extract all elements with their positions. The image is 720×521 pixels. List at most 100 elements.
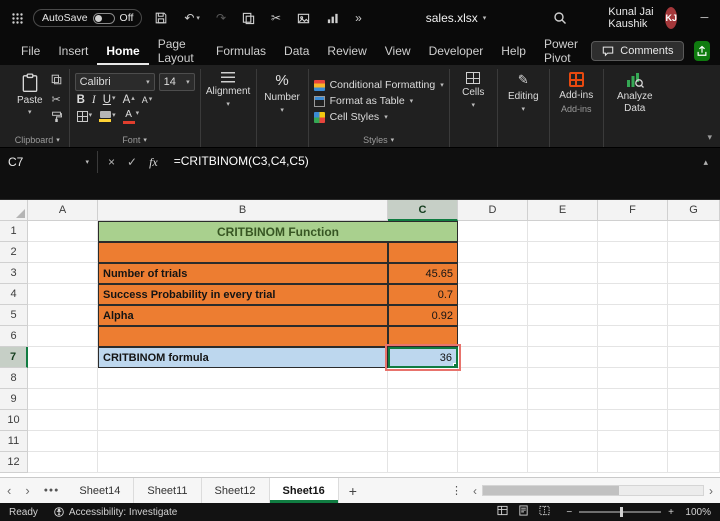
cell-B10[interactable] — [98, 410, 388, 431]
tab-insert[interactable]: Insert — [49, 36, 97, 65]
cell-B8[interactable] — [98, 368, 388, 389]
cell-D8[interactable] — [458, 368, 528, 389]
cell-A1[interactable] — [28, 221, 98, 242]
cell-B3[interactable]: Number of trials — [98, 263, 388, 284]
collapse-ribbon-icon[interactable]: ▾ — [707, 132, 712, 143]
cell-B11[interactable] — [98, 431, 388, 452]
autosave-toggle[interactable]: AutoSave Off — [33, 9, 143, 27]
cell-E9[interactable] — [528, 389, 598, 410]
tab-help[interactable]: Help — [492, 36, 535, 65]
cell-E7[interactable] — [528, 347, 598, 368]
row-header-6[interactable]: 6 — [0, 326, 28, 347]
cell-D1[interactable] — [458, 221, 528, 242]
cell-C12[interactable] — [388, 452, 458, 473]
paste-button[interactable]: Paste ▾ — [11, 70, 49, 132]
cell-C7[interactable]: 36 — [385, 344, 461, 371]
cell-A7[interactable] — [28, 347, 98, 368]
column-header-E[interactable]: E — [528, 200, 598, 221]
cut-icon[interactable]: ✂ — [267, 8, 285, 28]
cell-B12[interactable] — [98, 452, 388, 473]
tab-page-layout[interactable]: Page Layout — [149, 36, 207, 65]
normal-view-icon[interactable] — [497, 505, 508, 519]
cell-F7[interactable] — [598, 347, 668, 368]
name-box[interactable]: C7 ▾ — [0, 151, 98, 173]
cell-E8[interactable] — [528, 368, 598, 389]
cell-B6[interactable] — [98, 326, 388, 347]
cell-C5[interactable]: 0.92 — [388, 305, 458, 326]
column-header-D[interactable]: D — [458, 200, 528, 221]
row-header-1[interactable]: 1 — [0, 221, 28, 242]
cell-A12[interactable] — [28, 452, 98, 473]
scroll-right-icon[interactable]: › — [706, 484, 716, 498]
column-header-B[interactable]: B — [98, 200, 388, 221]
cell-A2[interactable] — [28, 242, 98, 263]
cell-B9[interactable] — [98, 389, 388, 410]
tab-data[interactable]: Data — [275, 36, 318, 65]
minimize-button[interactable]: ─ — [685, 0, 720, 36]
sheet-options-icon[interactable]: ⋮ — [443, 478, 470, 503]
cell-E12[interactable] — [528, 452, 598, 473]
cell-A3[interactable] — [28, 263, 98, 284]
row-header-5[interactable]: 5 — [0, 305, 28, 326]
cell-C3[interactable]: 45.65 — [388, 263, 458, 284]
row-header-9[interactable]: 9 — [0, 389, 28, 410]
cell-G10[interactable] — [668, 410, 720, 431]
cell-E10[interactable] — [528, 410, 598, 431]
cell-D7[interactable] — [458, 347, 528, 368]
cell-A5[interactable] — [28, 305, 98, 326]
decrease-font-button[interactable]: A ▾ — [142, 95, 153, 105]
cell-F9[interactable] — [598, 389, 668, 410]
font-color-button[interactable]: A ▾ — [122, 109, 139, 124]
account-info[interactable]: Kunal Jai Kaushik KJ — [608, 6, 678, 30]
cell-G6[interactable] — [668, 326, 720, 347]
page-break-view-icon[interactable] — [539, 505, 550, 519]
cell-D5[interactable] — [458, 305, 528, 326]
cell-B7[interactable]: CRITBINOM formula — [98, 347, 388, 368]
cell-F4[interactable] — [598, 284, 668, 305]
cell-F11[interactable] — [598, 431, 668, 452]
clipboard-dialog-launcher-icon[interactable]: ▾ — [56, 136, 60, 144]
cell-D11[interactable] — [458, 431, 528, 452]
scrollbar-thumb[interactable] — [483, 486, 620, 495]
cell-B1[interactable]: CRITBINOM Function — [98, 221, 458, 242]
copy-small-icon[interactable] — [51, 74, 62, 88]
sheet-tab-sheet14[interactable]: Sheet14 — [66, 478, 135, 503]
redo-icon[interactable]: ↷ — [212, 8, 230, 28]
cell-F2[interactable] — [598, 242, 668, 263]
bold-button[interactable]: B — [77, 94, 85, 106]
conditional-formatting-button[interactable]: Conditional Formatting ▾ — [313, 79, 444, 91]
sheet-tab-sheet16[interactable]: Sheet16 — [269, 478, 339, 503]
cell-F10[interactable] — [598, 410, 668, 431]
app-launcher-icon[interactable] — [10, 11, 25, 26]
zoom-in-button[interactable]: + — [668, 507, 674, 518]
sheet-tab-sheet12[interactable]: Sheet12 — [202, 478, 270, 503]
cell-D6[interactable] — [458, 326, 528, 347]
row-header-4[interactable]: 4 — [0, 284, 28, 305]
format-painter-icon[interactable] — [51, 111, 62, 125]
tab-review[interactable]: Review — [318, 36, 375, 65]
cell-E4[interactable] — [528, 284, 598, 305]
accessibility-status[interactable]: Accessibility: Investigate — [54, 507, 177, 518]
comments-button[interactable]: Comments — [591, 40, 685, 61]
cell-D9[interactable] — [458, 389, 528, 410]
cell-G5[interactable] — [668, 305, 720, 326]
cell-F1[interactable] — [598, 221, 668, 242]
row-header-11[interactable]: 11 — [0, 431, 28, 452]
column-header-C[interactable]: C — [388, 200, 458, 221]
sheet-tab-sheet11[interactable]: Sheet11 — [134, 478, 202, 503]
cell-A8[interactable] — [28, 368, 98, 389]
cell-C11[interactable] — [388, 431, 458, 452]
increase-font-button[interactable]: A ▴ — [123, 94, 135, 106]
cell-G8[interactable] — [668, 368, 720, 389]
scroll-left-icon[interactable]: ‹ — [470, 484, 480, 498]
analyze-data-button[interactable]: Analyze Data — [609, 70, 661, 120]
zoom-level[interactable]: 100% — [681, 507, 711, 518]
cell-A4[interactable] — [28, 284, 98, 305]
cell-C6[interactable] — [388, 326, 458, 347]
cell-G3[interactable] — [668, 263, 720, 284]
cell-A6[interactable] — [28, 326, 98, 347]
horizontal-scrollbar[interactable]: ‹ › — [470, 478, 720, 503]
column-header-F[interactable]: F — [598, 200, 668, 221]
cut-small-icon[interactable]: ✂ — [51, 93, 60, 106]
zoom-out-button[interactable]: − — [566, 507, 572, 518]
